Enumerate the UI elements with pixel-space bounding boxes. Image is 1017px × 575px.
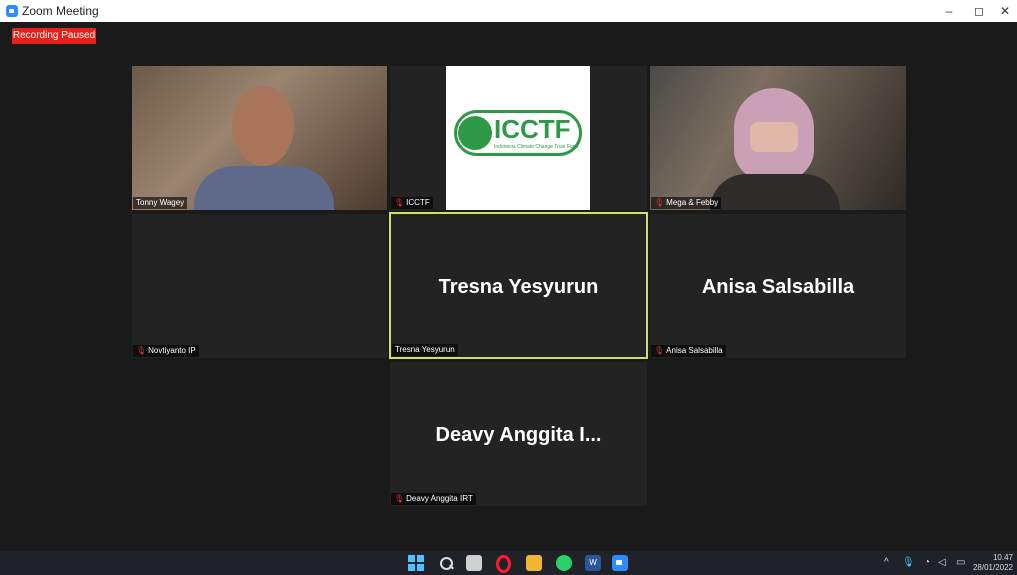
participant-video-body — [194, 166, 334, 210]
close-button[interactable]: ✕ — [990, 2, 1017, 20]
search-icon[interactable] — [438, 555, 454, 571]
participant-nameplate: 🎙 ICCTF — [391, 197, 433, 209]
participant-display-name: Tresna Yesyurun — [438, 276, 599, 298]
participant-tile[interactable]: ICCTF Indonesia Climate Change Trust Fun… — [390, 66, 647, 210]
window-title: Zoom Meeting — [22, 4, 99, 18]
mic-muted-icon: 🎙 — [654, 346, 665, 355]
participant-tile-active-speaker[interactable]: Tresna Yesyurun Tresna Yesyurun — [389, 212, 648, 359]
mic-muted-icon: 🎙 — [394, 494, 405, 503]
globe-icon — [458, 116, 492, 150]
wifi-icon[interactable]: ◔ — [924, 557, 930, 568]
volume-icon[interactable]: ◁ — [938, 557, 946, 568]
participant-tile[interactable]: Anisa Salsabilla 🎙 Anisa Salsabilla — [650, 214, 906, 358]
participant-nameplate: 🎙 Anisa Salsabilla — [651, 345, 726, 357]
mic-muted-icon: 🎙 — [394, 198, 405, 207]
participant-tile[interactable]: 🎙 Mega & Febby — [650, 66, 906, 210]
participant-tile[interactable]: Tonny Wagey — [132, 66, 387, 210]
icctf-logo: ICCTF Indonesia Climate Change Trust Fun… — [446, 66, 590, 210]
zoom-icon[interactable] — [612, 555, 628, 571]
microphone-icon[interactable]: 🎙 — [902, 557, 915, 568]
logo-text: ICCTF — [494, 114, 571, 144]
opera-icon[interactable] — [494, 555, 511, 573]
clock-date: 28/01/2022 — [972, 563, 1013, 572]
task-view-icon[interactable] — [466, 555, 482, 571]
zoom-app-icon — [6, 5, 18, 17]
participant-tile[interactable]: Deavy Anggita I... 🎙 Deavy Anggita IRT — [390, 362, 647, 506]
mic-muted-icon: 🎙 — [136, 346, 147, 355]
word-icon[interactable]: W — [585, 555, 601, 571]
participant-display-name: Anisa Salsabilla — [701, 276, 855, 298]
participant-nameplate: Tonny Wagey — [133, 197, 188, 209]
mic-muted-icon: 🎙 — [654, 198, 665, 207]
minimize-button[interactable]: – — [934, 2, 964, 20]
logo-subtext: Indonesia Climate Change Trust Fund — [494, 144, 579, 150]
file-explorer-icon[interactable] — [526, 555, 542, 571]
system-clock[interactable]: 10.47 28/01/2022 — [973, 553, 1013, 573]
windows-taskbar: W ^ 🎙 ◔ ◁ ▭ 10.47 28/01/2022 — [0, 551, 1017, 575]
participant-video-body — [710, 174, 840, 210]
participant-nameplate: 🎙 Deavy Anggita IRT — [391, 493, 476, 505]
battery-icon[interactable]: ▭ — [956, 557, 965, 568]
participant-video — [232, 86, 294, 166]
window-titlebar: Zoom Meeting – ◻ ✕ — [0, 0, 1017, 22]
whatsapp-icon[interactable] — [556, 555, 572, 571]
participant-nameplate: 🎙 Mega & Febby — [651, 197, 722, 209]
participant-nameplate: Tresna Yesyurun — [392, 344, 458, 356]
participant-tile[interactable]: 🎙 Novtiyanto IP — [132, 214, 387, 358]
clock-time: 10.47 — [992, 553, 1013, 562]
participant-video-face — [750, 122, 798, 152]
windows-start-icon[interactable] — [408, 555, 424, 571]
recording-paused-badge[interactable]: Recording Paused — [12, 28, 96, 44]
chevron-up-icon[interactable]: ^ — [884, 557, 889, 568]
participant-display-name: Deavy Anggita I... — [435, 424, 602, 446]
participant-nameplate: 🎙 Novtiyanto IP — [133, 345, 199, 357]
